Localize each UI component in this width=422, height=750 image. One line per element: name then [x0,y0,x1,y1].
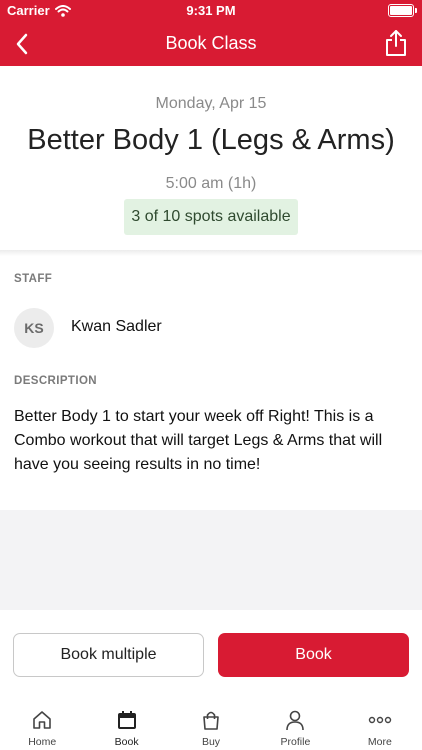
spots-available-badge: 3 of 10 spots available [124,199,298,235]
more-dots-icon [368,708,392,732]
tab-home-label: Home [28,736,57,748]
tab-profile[interactable]: Profile [253,700,337,750]
staff-section-label: STAFF [14,273,53,285]
class-time: 5:00 am (1h) [165,175,257,192]
description-section-label: DESCRIPTION [14,375,97,387]
section-divider [0,250,422,256]
page-title: Book Class [165,33,257,53]
tab-profile-label: Profile [280,736,311,748]
home-icon [30,708,54,732]
battery-icon [388,4,417,17]
tab-buy-label: Buy [201,736,221,748]
class-description: Better Body 1 to start your week off Rig… [14,408,383,473]
empty-area [0,510,422,610]
book-multiple-button[interactable]: Book multiple [13,633,204,677]
navigation-bar: Book Class [0,22,422,66]
person-icon [283,708,307,732]
share-icon [386,30,406,56]
tab-more-label: More [367,736,392,748]
staff-name[interactable]: Kwan Sadler [71,318,162,336]
tab-bar: Home Book Buy Profile More [0,700,422,750]
class-header: Monday, Apr 15 Better Body 1 (Legs & Arm… [0,66,422,252]
staff-avatar[interactable]: KS [14,308,54,348]
booking-actions: Book multiple Book [0,610,422,700]
tab-home[interactable]: Home [0,700,84,750]
tab-book[interactable]: Book [84,700,168,750]
tab-more[interactable]: More [338,700,422,750]
tab-book-label: Book [114,736,139,748]
class-date: Monday, Apr 15 [155,95,267,112]
class-name: Better Body 1 (Legs & Arms) [27,124,395,156]
status-bar: Carrier 9:31 PM [0,0,422,22]
shopping-bag-icon [199,708,223,732]
calendar-icon [115,708,139,732]
status-time: 9:31 PM [186,3,236,18]
book-button[interactable]: Book [218,633,409,677]
share-button[interactable] [382,28,410,58]
tab-buy[interactable]: Buy [169,700,253,750]
